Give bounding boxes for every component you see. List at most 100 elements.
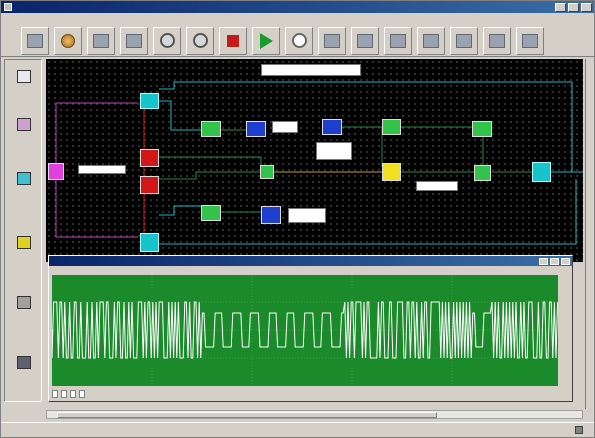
diagram-block-filter-3[interactable] bbox=[472, 121, 492, 137]
scope-control[interactable] bbox=[70, 390, 76, 398]
toolbar-button-11[interactable] bbox=[351, 26, 379, 55]
toolbar-button-3[interactable] bbox=[87, 26, 115, 55]
run-button[interactable] bbox=[252, 26, 280, 55]
waveform-svg bbox=[52, 275, 558, 386]
toolbar-button-16[interactable] bbox=[516, 26, 544, 55]
palette-item-icon bbox=[17, 296, 31, 309]
stop-icon bbox=[227, 34, 239, 47]
grid-icon bbox=[324, 33, 340, 48]
stop-button[interactable] bbox=[219, 26, 247, 55]
play-icon bbox=[259, 32, 273, 49]
diagram-block-sink[interactable] bbox=[532, 162, 551, 182]
close-button[interactable] bbox=[581, 2, 592, 12]
scope-side-controls[interactable] bbox=[560, 275, 571, 386]
toolbar-button-5[interactable] bbox=[153, 26, 181, 55]
block-icon bbox=[27, 33, 43, 48]
toolbar-button-4[interactable] bbox=[120, 26, 148, 55]
block-icon bbox=[357, 33, 373, 48]
scope-control[interactable] bbox=[52, 390, 58, 398]
status-bar bbox=[1, 422, 594, 437]
palette-item-icon bbox=[17, 172, 31, 185]
component-palette bbox=[4, 59, 42, 402]
palette-item[interactable] bbox=[11, 296, 37, 322]
toolbar-button-13[interactable] bbox=[417, 26, 445, 55]
palette-item-icon bbox=[17, 70, 31, 83]
toolbar-button-15[interactable] bbox=[483, 26, 511, 55]
block-icon bbox=[522, 33, 538, 48]
diagram-block-input[interactable] bbox=[48, 163, 64, 180]
toolbar-button-12[interactable] bbox=[384, 26, 412, 55]
scope-control[interactable] bbox=[79, 390, 85, 398]
wire bbox=[55, 172, 138, 238]
oscilloscope-title-bar bbox=[49, 256, 572, 266]
title-bar bbox=[1, 1, 594, 13]
wire bbox=[159, 205, 201, 216]
diagram-wires bbox=[55, 81, 583, 245]
status-right bbox=[575, 426, 594, 434]
spin-icon bbox=[61, 33, 75, 48]
diagram-note-4[interactable] bbox=[416, 181, 458, 191]
canvas-horizontal-scrollbar[interactable] bbox=[46, 410, 583, 419]
wire bbox=[159, 156, 262, 167]
wire bbox=[159, 171, 261, 180]
diagram-block-filter-2[interactable] bbox=[201, 205, 221, 221]
app-icon bbox=[4, 3, 12, 11]
diagram-block-red-1[interactable] bbox=[140, 149, 159, 167]
palette-item[interactable] bbox=[11, 70, 37, 96]
diagram-block-scope-2[interactable] bbox=[322, 119, 342, 135]
scrollbar-thumb[interactable] bbox=[57, 412, 437, 418]
app-window bbox=[0, 0, 595, 438]
palette-item[interactable] bbox=[11, 356, 37, 382]
diagram-note-3[interactable] bbox=[316, 142, 352, 160]
diagram-block-gain[interactable] bbox=[382, 119, 401, 135]
scope-control[interactable] bbox=[61, 390, 67, 398]
status-icon bbox=[575, 426, 583, 434]
diagram-block-source-2[interactable] bbox=[140, 233, 159, 252]
diagram-block-adder[interactable] bbox=[382, 163, 401, 181]
palette-item-icon bbox=[17, 236, 31, 249]
waveform-plot[interactable] bbox=[52, 275, 558, 386]
block-icon bbox=[423, 33, 439, 48]
block-diagram-canvas[interactable] bbox=[46, 59, 583, 262]
diagram-title-note[interactable] bbox=[261, 64, 361, 76]
maximize-button[interactable] bbox=[568, 2, 579, 12]
wire bbox=[159, 100, 201, 131]
menu-bar bbox=[1, 13, 594, 24]
toolbar-button-10[interactable] bbox=[318, 26, 346, 55]
toolbar-button-6[interactable] bbox=[186, 26, 214, 55]
oscilloscope-menu bbox=[49, 266, 572, 273]
diagram-block-source[interactable] bbox=[140, 93, 159, 109]
minimize-button[interactable] bbox=[555, 2, 566, 12]
diagram-block-scope-1[interactable] bbox=[246, 121, 266, 137]
diagram-block-filter-1[interactable] bbox=[201, 121, 221, 137]
block-icon bbox=[126, 33, 142, 48]
scope-minimize-button[interactable] bbox=[539, 257, 548, 265]
diagram-block-red-2[interactable] bbox=[140, 176, 159, 194]
toolbar-button-1[interactable] bbox=[21, 26, 49, 55]
block-icon bbox=[489, 33, 505, 48]
canvas-vertical-scrollbar[interactable] bbox=[585, 59, 594, 409]
target-icon bbox=[192, 33, 208, 48]
diagram-note-5[interactable] bbox=[288, 208, 326, 223]
palette-item[interactable] bbox=[11, 172, 37, 198]
toolbar-button-9[interactable] bbox=[285, 26, 313, 55]
palette-item-icon bbox=[17, 356, 31, 369]
toolbar bbox=[1, 25, 594, 57]
wire bbox=[55, 102, 138, 172]
scope-maximize-button[interactable] bbox=[550, 257, 559, 265]
diagram-note-1[interactable] bbox=[78, 165, 126, 174]
oscilloscope-window bbox=[48, 255, 573, 402]
diagram-block-filter-4[interactable] bbox=[474, 165, 491, 181]
palette-item[interactable] bbox=[11, 236, 37, 262]
palette-item-icon bbox=[17, 118, 31, 131]
diagram-block-mixer[interactable] bbox=[260, 165, 274, 179]
toolbar-button-14[interactable] bbox=[450, 26, 478, 55]
toolbar-button-2[interactable] bbox=[54, 26, 82, 55]
scope-control-bar bbox=[52, 388, 568, 400]
palette-item[interactable] bbox=[11, 118, 37, 144]
diagram-note-2[interactable] bbox=[272, 121, 298, 133]
scope-close-button[interactable] bbox=[561, 257, 570, 265]
diagram-block-scope-3[interactable] bbox=[261, 206, 281, 224]
block-icon bbox=[456, 33, 472, 48]
block-icon bbox=[93, 33, 109, 48]
